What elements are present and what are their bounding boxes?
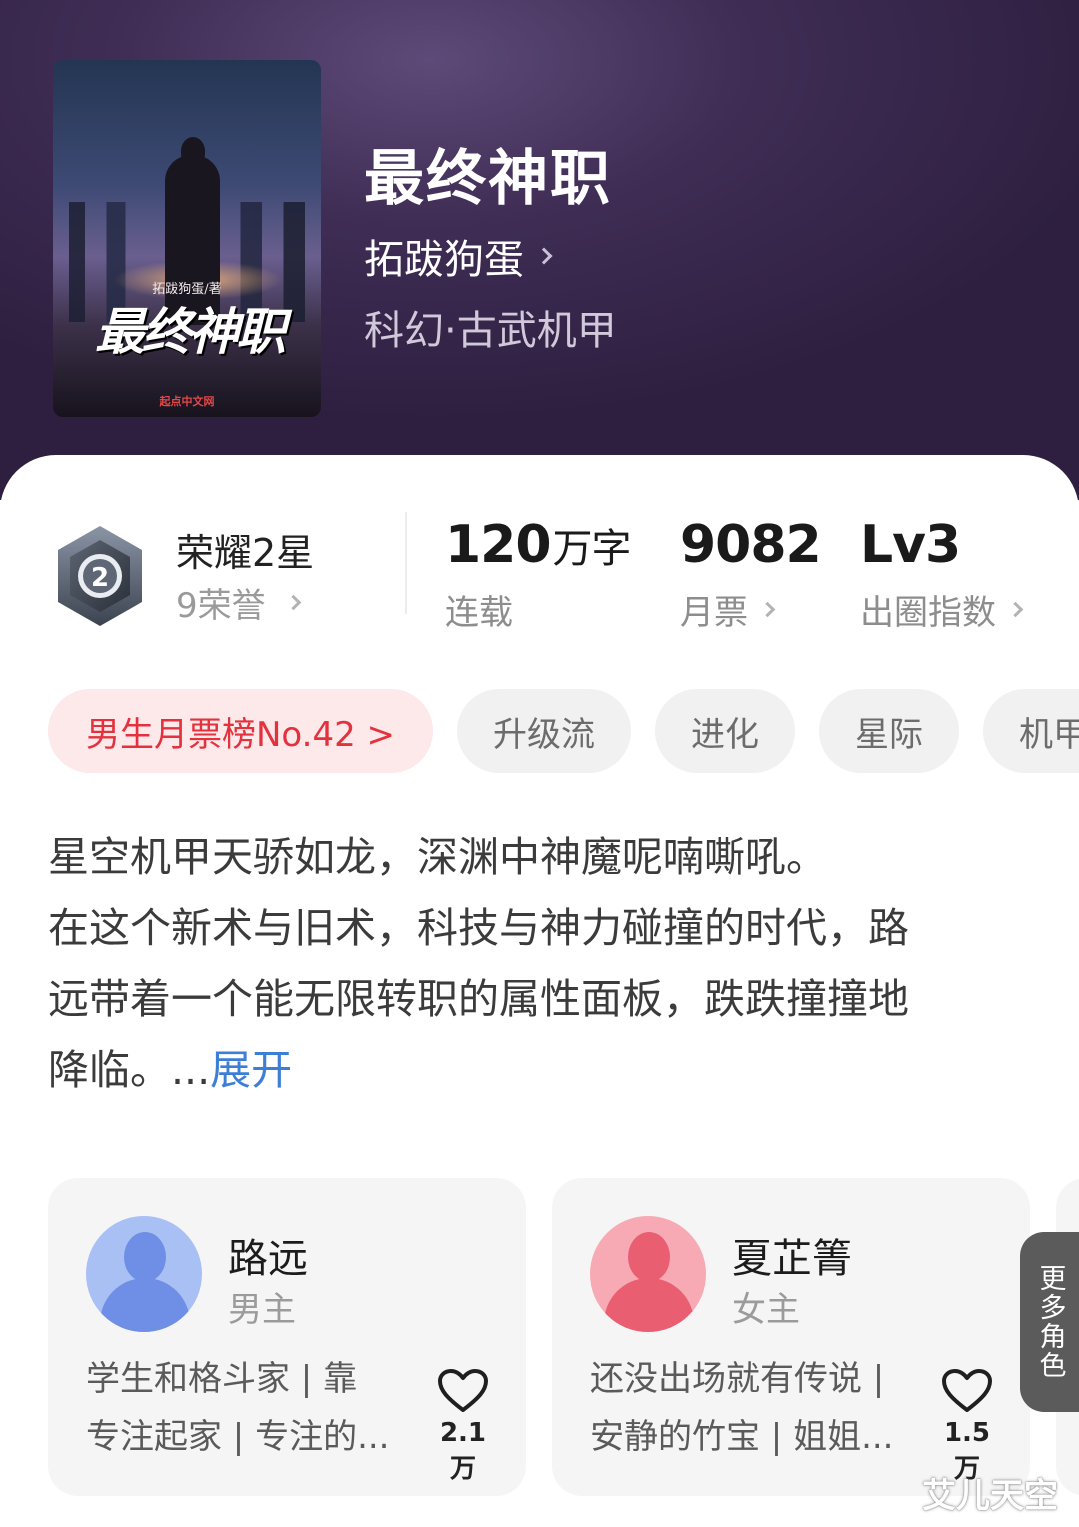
synopsis-line: 远带着一个能无限转职的属性面板，跌跌撞撞地 — [48, 975, 909, 1023]
breakout-index-stat[interactable]: Lv3 出圈指数 — [860, 515, 1024, 634]
book-cover[interactable]: 拓跋狗蛋/著 最终神职 起点中文网 — [53, 60, 321, 417]
honor-title[interactable]: 荣耀2星 — [176, 522, 314, 577]
honor-count: 9荣誉 — [176, 586, 266, 626]
book-header: 拓跋狗蛋/著 最终神职 起点中文网 最终神职 拓跋狗蛋 科幻·古武机甲 — [0, 0, 1079, 500]
word-count-stat: 120 万字 连载 — [445, 515, 632, 634]
tag-chip[interactable]: 星际 — [819, 689, 960, 773]
synopsis-line: 星空机甲天骄如龙，深渊中神魔呢喃嘶吼。 — [48, 833, 827, 881]
chevron-right-icon — [285, 594, 301, 611]
character-name: 夏芷箐 — [732, 1236, 852, 1282]
more-characters-button[interactable]: 更多角色 — [1020, 1232, 1079, 1412]
character-card[interactable]: 路远 男主 学生和格斗家 | 靠 专注起家 | 专注的... 2.1万 — [48, 1178, 526, 1496]
heart-icon — [438, 1369, 488, 1412]
author-link[interactable]: 拓跋狗蛋 — [364, 227, 553, 285]
monthly-ticket-stat[interactable]: 9082 月票 — [680, 515, 822, 634]
monthly-ticket-label: 月票 — [680, 593, 748, 633]
chevron-right-icon — [535, 247, 553, 265]
synopsis: 星空机甲天骄如龙，深渊中神魔呢喃嘶吼。 在这个新术与旧术，科技与神力碰撞的时代，… — [48, 822, 1008, 1106]
synopsis-line: 降临。... — [48, 1046, 211, 1094]
synopsis-line: 在这个新术与旧术，科技与神力碰撞的时代，路 — [48, 904, 909, 952]
watermark: 艾儿天空 — [922, 1476, 1058, 1516]
chevron-right-icon — [1007, 601, 1024, 618]
word-count-value: 120 — [445, 515, 552, 575]
badge-number: 2 — [91, 563, 109, 593]
book-title: 最终神职 — [364, 144, 612, 214]
tag-chip[interactable]: 升级流 — [457, 689, 632, 773]
expand-synopsis-link[interactable]: 展开 — [210, 1046, 292, 1094]
word-count-unit: 万字 — [552, 526, 632, 572]
breakout-index-value: Lv3 — [860, 515, 961, 575]
like-count: 2.1万 — [439, 1418, 487, 1484]
character-role: 女主 — [732, 1290, 800, 1330]
monthly-ticket-value: 9082 — [680, 515, 822, 575]
heart-icon — [942, 1369, 992, 1412]
character-card[interactable]: 夏芷箐 女主 还没出场就有传说 | 安静的竹宝 | 姐姐... 1.5万 — [552, 1178, 1030, 1496]
honor-badge-icon[interactable]: 2 — [52, 522, 148, 630]
character-role: 男主 — [228, 1290, 296, 1330]
tag-row: 男生月票榜No.42 > 升级流 进化 星际 机甲 — [48, 689, 1079, 773]
rank-tag[interactable]: 男生月票榜No.42 > — [48, 689, 434, 773]
like-button[interactable]: 2.1万 — [428, 1368, 498, 1485]
character-avatar — [590, 1216, 706, 1332]
honor-count-link[interactable]: 9荣誉 — [176, 578, 301, 627]
breakout-index-label: 出圈指数 — [860, 593, 996, 633]
character-description: 学生和格斗家 | 靠 专注起家 | 专注的... — [86, 1359, 390, 1457]
author-name: 拓跋狗蛋 — [364, 237, 524, 283]
cover-title-art: 最终神职 — [95, 303, 286, 361]
tag-chip[interactable]: 机甲 — [983, 689, 1079, 773]
stats-divider — [405, 512, 407, 614]
character-avatar — [86, 1216, 202, 1332]
chevron-right-icon — [759, 601, 776, 618]
serial-status: 连载 — [445, 593, 513, 633]
book-genre: 科幻·古武机甲 — [364, 308, 617, 354]
tag-chip[interactable]: 进化 — [655, 689, 796, 773]
character-name: 路远 — [228, 1236, 308, 1282]
cover-publisher: 起点中文网 — [159, 395, 215, 408]
character-description: 还没出场就有传说 | 安静的竹宝 | 姐姐... — [590, 1359, 894, 1457]
